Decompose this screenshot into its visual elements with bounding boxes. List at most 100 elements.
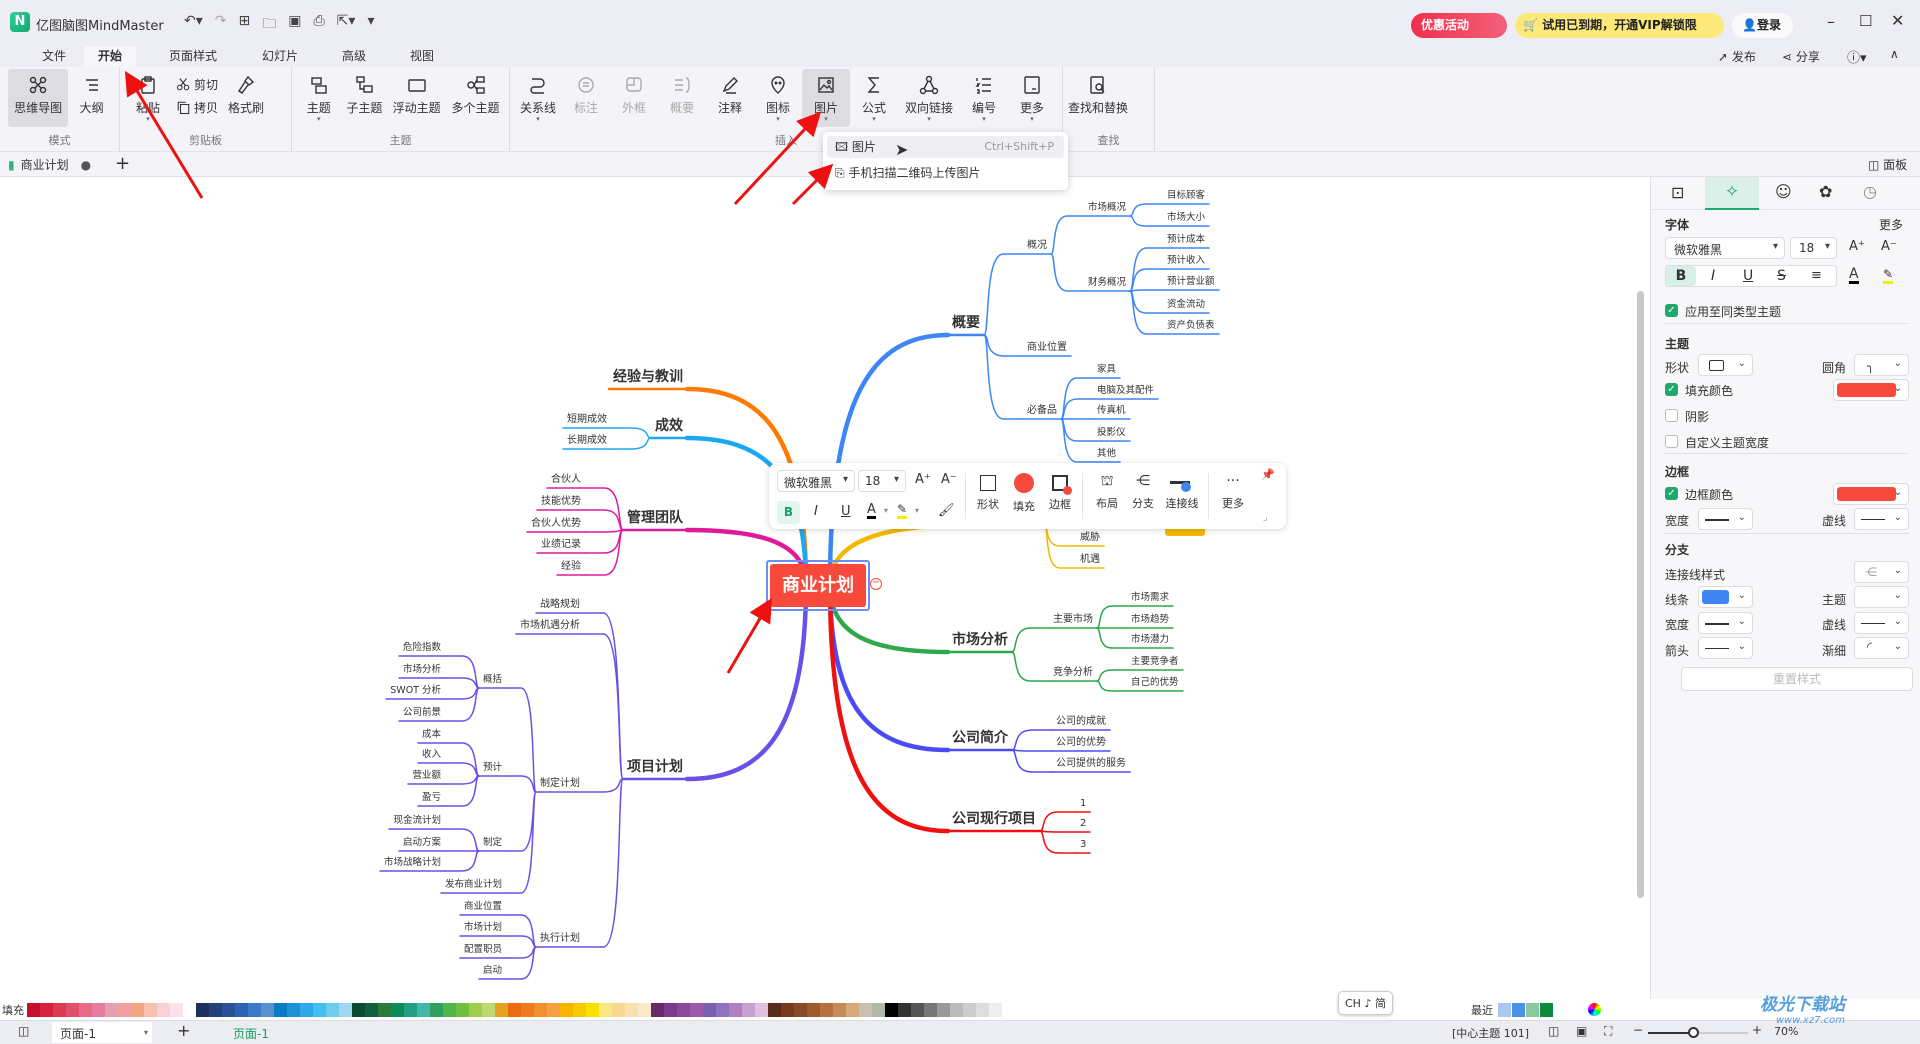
subtopic[interactable]: 现金流计划 xyxy=(393,816,441,826)
subtopic[interactable]: 竞争分析 xyxy=(1053,668,1093,678)
subtopic[interactable]: 公司的优势 xyxy=(1056,738,1106,748)
color-swatch[interactable] xyxy=(573,1002,586,1017)
subtopic[interactable]: 启动方案 xyxy=(403,838,441,848)
vertical-scrollbar[interactable] xyxy=(1637,291,1644,898)
subtopic[interactable]: 预计营业额 xyxy=(1167,277,1215,287)
color-swatch[interactable] xyxy=(599,1002,612,1017)
color-swatch[interactable] xyxy=(261,1002,274,1017)
strikethrough-button[interactable]: S xyxy=(1777,268,1786,284)
subtopic[interactable]: 主要竞争者 xyxy=(1131,657,1179,667)
fit-page-icon[interactable]: ◫ xyxy=(1548,1024,1559,1038)
collapse-icon[interactable]: − xyxy=(870,578,882,590)
subtopic[interactable]: 市场分析 xyxy=(403,665,441,675)
color-swatch[interactable] xyxy=(430,1002,443,1017)
subtopic[interactable]: 配置职员 xyxy=(464,945,502,955)
color-swatch[interactable] xyxy=(820,1002,833,1017)
panel-tab-style[interactable]: ⊡ xyxy=(1671,183,1684,202)
subtopic[interactable]: 投影仪 xyxy=(1097,428,1126,438)
branch-button[interactable]: ⋲ 分支 xyxy=(1125,473,1161,511)
layout-button[interactable]: ⛫ 布局 xyxy=(1089,473,1125,511)
color-swatch[interactable] xyxy=(755,1002,768,1017)
page-select[interactable]: 页面-1 ▾ xyxy=(52,1022,152,1043)
recent-color-swatch[interactable] xyxy=(1540,1003,1553,1017)
color-swatch[interactable] xyxy=(625,1002,638,1017)
recent-color-swatch[interactable] xyxy=(1498,1003,1511,1017)
subtopic[interactable]: 商业位置 xyxy=(1027,343,1067,353)
subtopic[interactable]: 主要市场 xyxy=(1053,615,1093,625)
font-color-button[interactable]: A xyxy=(867,503,876,519)
increase-font-icon[interactable]: A⁺ xyxy=(1849,239,1865,254)
font-color-button[interactable]: A xyxy=(1849,267,1859,284)
subtopic[interactable]: 技能优势 xyxy=(541,497,581,507)
float-font-select[interactable]: 微软雅黑 ▾ xyxy=(777,470,855,492)
color-swatch[interactable] xyxy=(53,1002,66,1017)
color-swatch[interactable] xyxy=(391,1002,404,1017)
color-swatch[interactable] xyxy=(898,1002,911,1017)
bold-button[interactable]: B xyxy=(777,501,800,524)
shape-select[interactable]: ⌄ xyxy=(1698,354,1753,376)
color-swatch[interactable] xyxy=(703,1002,716,1017)
color-swatch[interactable] xyxy=(963,1002,976,1017)
menu-item-qr-upload[interactable]: ⎘ 手机扫描二维码上传图片 xyxy=(827,162,1064,184)
color-swatch[interactable] xyxy=(443,1002,456,1017)
color-wheel-icon[interactable] xyxy=(1588,1003,1601,1016)
corner-select[interactable]: ╮ ⌄ xyxy=(1854,354,1909,376)
color-swatch[interactable] xyxy=(144,1002,157,1017)
color-swatch[interactable] xyxy=(560,1002,573,1017)
color-swatch[interactable] xyxy=(859,1002,872,1017)
color-swatch[interactable] xyxy=(716,1002,729,1017)
help-button[interactable]: ⓘ▾ xyxy=(1847,47,1867,66)
subtopic[interactable]: 传真机 xyxy=(1097,406,1126,416)
subtopic[interactable]: 目标顾客 xyxy=(1167,191,1205,201)
border-color-checkbox[interactable]: ✓ xyxy=(1665,487,1678,500)
panel-tab-icon[interactable]: ☺ xyxy=(1775,182,1792,201)
subtopic[interactable]: 预计成本 xyxy=(1167,235,1205,245)
highlight-button[interactable]: ✎ xyxy=(1883,267,1894,284)
taper-select[interactable]: ◜ ⌄ xyxy=(1854,637,1909,659)
subtopic[interactable]: 3 xyxy=(1080,840,1086,850)
color-swatch[interactable] xyxy=(326,1002,339,1017)
subtopic[interactable]: 市场需求 xyxy=(1131,593,1169,603)
fill-button[interactable]: 填充 xyxy=(1007,473,1041,514)
bold-button[interactable]: B xyxy=(1666,266,1696,286)
color-swatch[interactable] xyxy=(534,1002,547,1017)
color-swatch[interactable] xyxy=(209,1002,222,1017)
panel-tab-theme[interactable]: ✧ xyxy=(1705,177,1759,210)
subtopic[interactable]: 制定 xyxy=(483,838,502,848)
color-swatch[interactable] xyxy=(248,1002,261,1017)
subtopic[interactable]: 机遇 xyxy=(1080,555,1100,565)
color-swatch[interactable] xyxy=(612,1002,625,1017)
panel-toggle-button[interactable]: ◫ 面板 xyxy=(1868,156,1907,173)
fullscreen-icon[interactable]: ⛶ xyxy=(1604,1024,1612,1039)
underline-button[interactable]: U xyxy=(841,504,851,519)
color-swatch[interactable] xyxy=(495,1002,508,1017)
color-swatch[interactable] xyxy=(40,1002,53,1017)
color-swatch[interactable] xyxy=(170,1002,183,1017)
subtopic[interactable]: 概况 xyxy=(1027,241,1047,251)
subtopic[interactable]: 成本 xyxy=(422,730,441,740)
color-swatch[interactable] xyxy=(807,1002,820,1017)
subtopic[interactable]: 启动 xyxy=(483,966,502,976)
color-swatch[interactable] xyxy=(287,1002,300,1017)
italic-button[interactable]: I xyxy=(814,504,818,519)
color-swatch[interactable] xyxy=(924,1002,937,1017)
subtopic[interactable]: 电脑及其配件 xyxy=(1097,386,1154,396)
color-swatch[interactable] xyxy=(105,1002,118,1017)
branch-width-select[interactable]: ⌄ xyxy=(1698,612,1753,634)
main-topic[interactable]: 概要 xyxy=(952,316,980,330)
page-tab[interactable]: 页面-1 xyxy=(233,1025,269,1042)
page-list-icon[interactable]: ◫ xyxy=(18,1024,29,1038)
color-swatch[interactable] xyxy=(300,1002,313,1017)
subtopic[interactable]: 盈亏 xyxy=(422,793,441,803)
color-swatch[interactable] xyxy=(885,1002,898,1017)
subtopic[interactable]: 经验 xyxy=(561,562,581,572)
zoom-slider[interactable] xyxy=(1648,1027,1748,1038)
color-swatch[interactable] xyxy=(417,1002,430,1017)
color-swatch[interactable] xyxy=(781,1002,794,1017)
color-swatch[interactable] xyxy=(794,1002,807,1017)
reset-style-button[interactable]: 重置样式 xyxy=(1681,667,1913,691)
border-color-select[interactable]: ⌄ xyxy=(1833,483,1909,505)
fill-color-select[interactable]: ⌄ xyxy=(1833,379,1909,401)
subtopic[interactable]: 公司的成就 xyxy=(1056,717,1106,727)
color-swatch[interactable] xyxy=(833,1002,846,1017)
